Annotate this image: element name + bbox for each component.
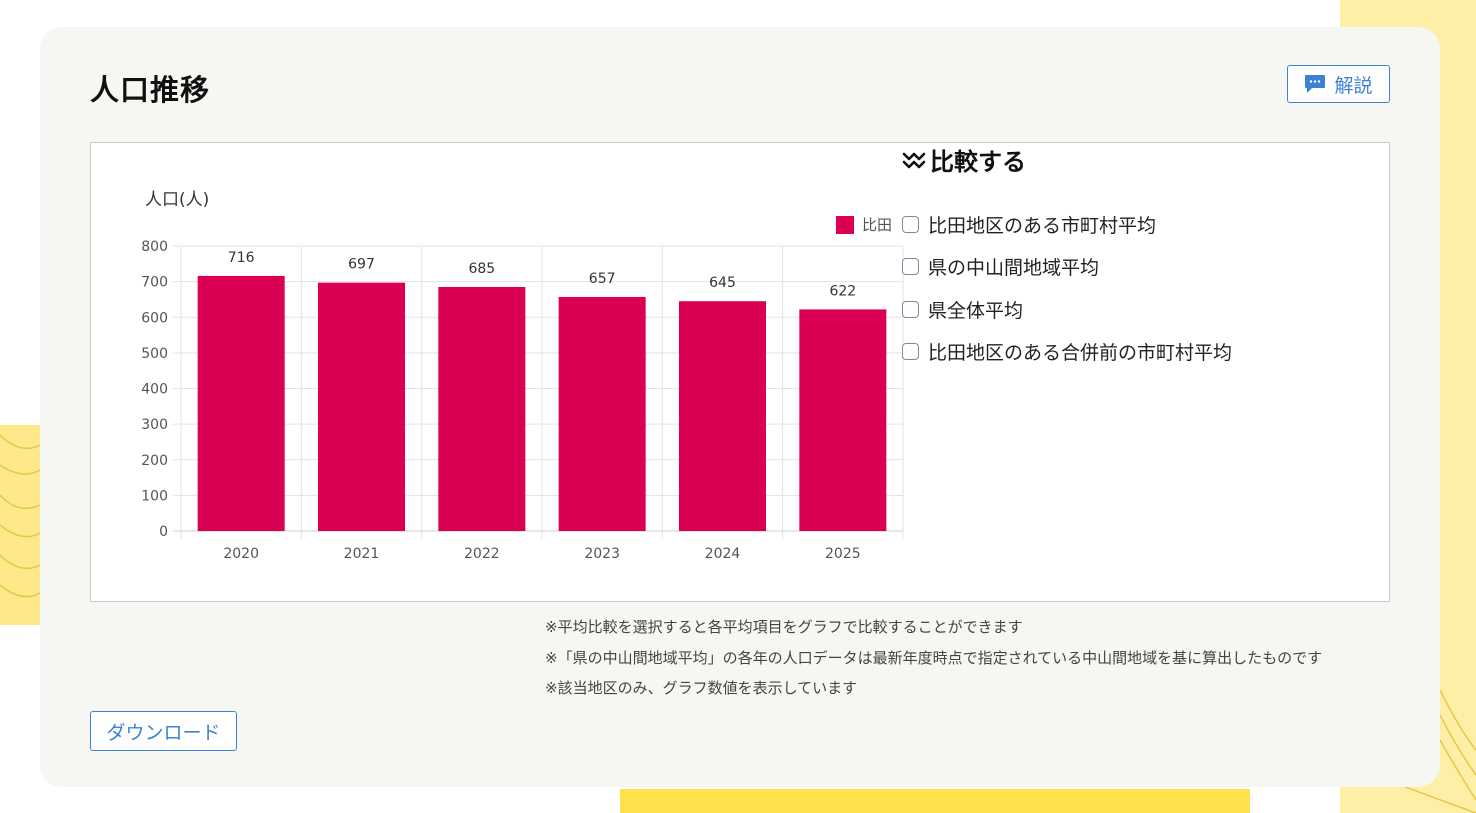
data-label: 716 — [228, 250, 255, 266]
y-tick-label: 200 — [141, 453, 168, 469]
note-line: ※「県の中山間地域平均」の各年の人口データは最新年度時点で指定されている中山間地… — [545, 648, 1323, 667]
note-line: ※該当地区のみ、グラフ数値を表示しています — [545, 679, 858, 697]
notes: ※平均比較を選択すると各平均項目をグラフで比較することができます ※「県の中山間… — [545, 615, 1322, 707]
bar-2023[interactable] — [558, 296, 646, 531]
compare-option-label: 県の中山間地域平均 — [928, 257, 1100, 280]
note-line: ※平均比較を選択すると各平均項目をグラフで比較することができます — [545, 618, 1023, 636]
y-tick-label: 500 — [141, 346, 168, 362]
x-tick-label: 2022 — [464, 546, 500, 562]
data-label: 657 — [589, 271, 616, 287]
bar-2022[interactable] — [438, 286, 526, 531]
x-tick-label: 2023 — [584, 546, 620, 562]
compare-option-mountain-area[interactable]: 県の中山間地域平均 — [902, 246, 1232, 289]
compare-panel: 比較する 比田地区のある市町村平均 県の中山間地域平均 県全体平均 比田地区のあ… — [902, 142, 1232, 373]
y-tick-label: 100 — [141, 488, 168, 504]
compare-option-label: 比田地区のある合併前の市町村平均 — [928, 342, 1233, 365]
compare-checkbox[interactable] — [902, 343, 919, 361]
x-tick-label: 2025 — [825, 546, 861, 562]
compare-checkbox[interactable] — [902, 215, 919, 233]
bar-2021[interactable] — [318, 282, 405, 531]
compare-option-prefecture[interactable]: 県全体平均 — [902, 288, 1232, 331]
decor-bottom-band — [620, 789, 1250, 813]
y-tick-label: 400 — [141, 382, 168, 398]
comment-icon — [1305, 75, 1326, 93]
legend-swatch[interactable] — [836, 216, 854, 234]
compare-checkbox[interactable] — [902, 258, 919, 276]
x-tick-label: 2024 — [705, 546, 741, 562]
legend-label[interactable]: 比田 — [862, 216, 892, 234]
data-label: 622 — [829, 283, 856, 299]
y-axis-title: 人口(人) — [145, 190, 209, 210]
x-tick-label: 2020 — [223, 546, 259, 562]
y-tick-label: 700 — [141, 275, 168, 291]
y-tick-label: 0 — [159, 524, 168, 540]
chart-x-tick-labels: 2020 2021 2022 2023 2024 2025 — [223, 546, 860, 562]
explain-button[interactable]: 解説 — [1287, 65, 1390, 103]
compare-option-label: 県全体平均 — [928, 299, 1024, 322]
y-tick-label: 300 — [141, 417, 168, 433]
population-card: 人口推移 解説 0 100 200 300 400 500 600 700 800 2020 20… — [40, 27, 1440, 787]
compare-checkbox[interactable] — [902, 300, 919, 318]
bar-2025[interactable] — [799, 309, 887, 531]
bar-2020[interactable] — [197, 275, 285, 531]
explain-button-label: 解説 — [1334, 74, 1373, 97]
compare-option-label: 比田地区のある市町村平均 — [928, 214, 1157, 237]
y-tick-label: 600 — [141, 310, 168, 326]
population-bar-chart: 0100200300400500600700800 2020 2021 2022 20… — [141, 190, 904, 562]
compare-option-pre-merger[interactable]: 比田地区のある合併前の市町村平均 — [902, 331, 1232, 374]
data-label: 685 — [468, 261, 495, 277]
compare-option-municipality[interactable]: 比田地区のある市町村平均 — [902, 203, 1232, 246]
decor-left-waves — [0, 434, 40, 598]
x-tick-label: 2021 — [344, 546, 380, 562]
compare-icon — [902, 152, 926, 168]
chart-y-tick-labels: 0 100 200 300 400 500 600 700 800 — [141, 239, 168, 540]
data-label: 697 — [348, 257, 375, 273]
bar-2024[interactable] — [679, 301, 766, 531]
compare-title-text: 比較する — [930, 148, 1026, 176]
y-tick-label: 800 — [141, 239, 168, 255]
data-label: 645 — [709, 275, 736, 291]
page-title: 人口推移 — [90, 73, 211, 107]
download-button[interactable]: ダウンロード — [90, 711, 237, 751]
compare-title: 比較する — [902, 142, 1232, 177]
